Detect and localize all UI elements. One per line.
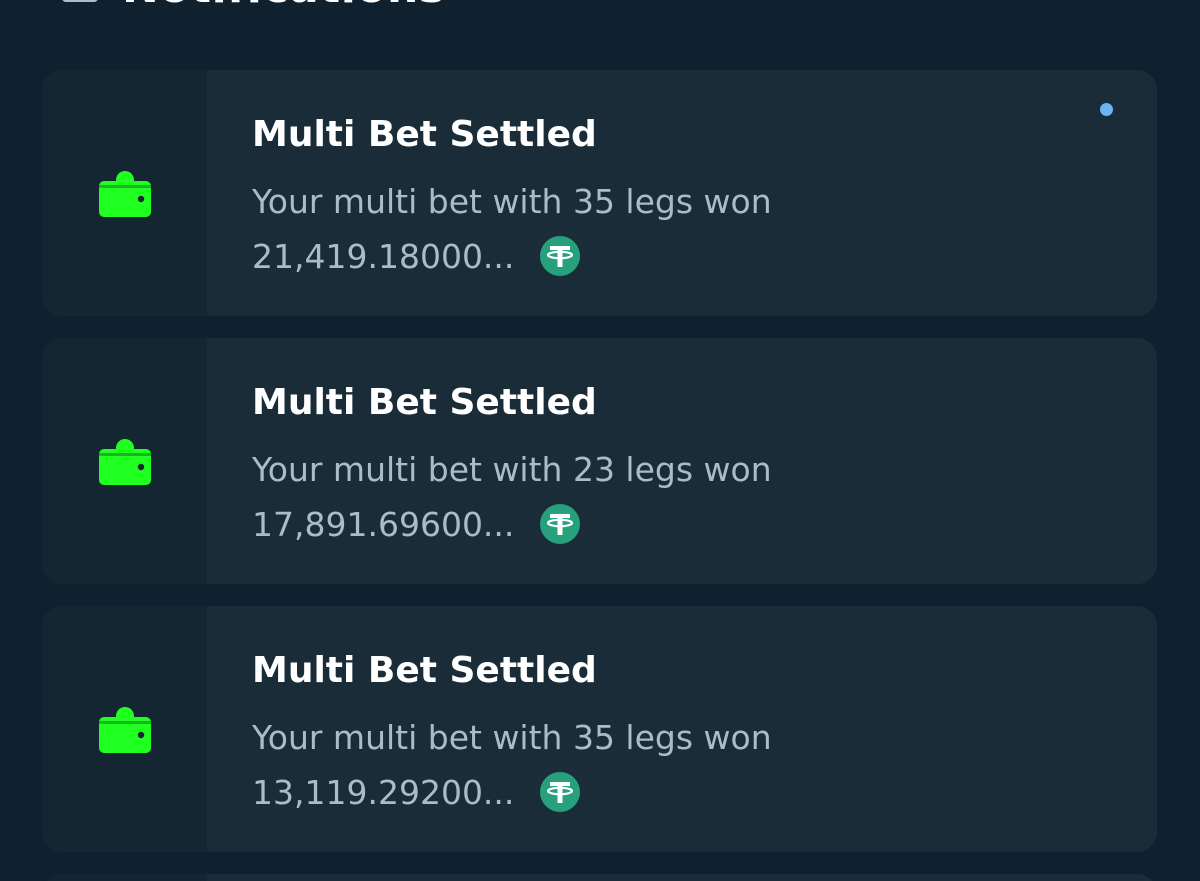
close-icon[interactable] <box>1096 0 1140 8</box>
notification-amount-row: 13,119.29200... <box>252 772 580 816</box>
wallet-icon <box>99 171 151 217</box>
notification-content <box>207 874 1157 881</box>
notification-amount-row: 21,419.18000... <box>252 236 580 280</box>
notification-amount: 13,119.29200... <box>252 772 515 812</box>
notification-title: Multi Bet Settled <box>252 650 597 691</box>
notification-card[interactable]: Multi Bet Settled Your multi bet with 35… <box>42 606 1157 852</box>
notification-amount: 17,891.69600... <box>252 504 515 544</box>
notification-icon-area <box>42 338 207 584</box>
notifications-header: Notifications <box>0 0 1200 13</box>
usdt-icon <box>539 772 580 812</box>
notification-content: Multi Bet Settled Your multi bet with 35… <box>207 70 1157 316</box>
notification-amount-row: 17,891.69600... <box>252 504 580 548</box>
notification-amount: 21,419.18000... <box>252 236 515 276</box>
notifications-panel: Notifications Multi Bet Settled Your mul… <box>0 0 1200 881</box>
panel-title: Notifications <box>122 0 446 13</box>
unread-indicator <box>1100 103 1113 116</box>
notification-message: Your multi bet with 35 legs won <box>252 718 772 757</box>
usdt-icon <box>539 504 580 544</box>
usdt-icon <box>539 236 580 276</box>
notification-icon-area <box>42 606 207 852</box>
wallet-icon <box>99 707 151 753</box>
notification-list: Multi Bet Settled Your multi bet with 35… <box>42 70 1157 881</box>
notification-card[interactable]: Multi Bet Settled Your multi bet with 23… <box>42 338 1157 584</box>
notification-card-partial[interactable] <box>42 874 1157 881</box>
notification-message: Your multi bet with 23 legs won <box>252 450 772 489</box>
notification-title: Multi Bet Settled <box>252 382 597 423</box>
notification-icon-area <box>42 70 207 316</box>
notification-icon-area <box>42 874 207 881</box>
bell-icon <box>62 0 98 2</box>
notification-message: Your multi bet with 35 legs won <box>252 182 772 221</box>
notification-content: Multi Bet Settled Your multi bet with 35… <box>207 606 1157 852</box>
wallet-icon <box>99 439 151 485</box>
notification-card[interactable]: Multi Bet Settled Your multi bet with 35… <box>42 70 1157 316</box>
notification-title: Multi Bet Settled <box>252 114 597 155</box>
notification-content: Multi Bet Settled Your multi bet with 23… <box>207 338 1157 584</box>
